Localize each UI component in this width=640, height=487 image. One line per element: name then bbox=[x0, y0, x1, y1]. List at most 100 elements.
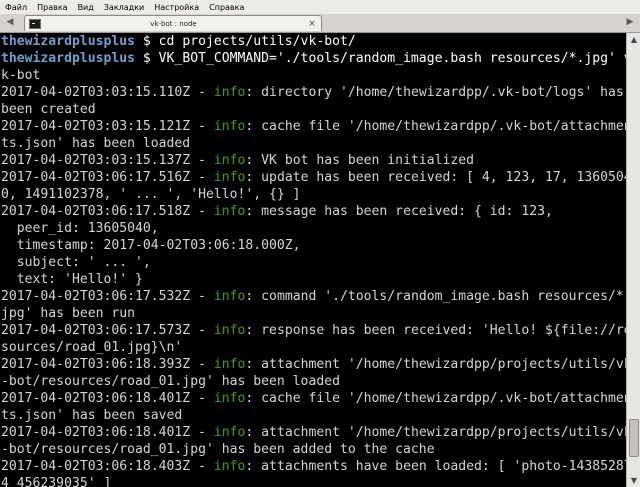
terminal-icon bbox=[29, 18, 41, 29]
terminal-text: $ VK_BOT_COMMAND='./tools/random_image.b… bbox=[135, 51, 626, 66]
terminal-line: 2017-04-02T03:06:17.516Z - info: update … bbox=[0, 169, 626, 186]
terminal-text: ts.json' has been loaded bbox=[1, 136, 191, 151]
terminal-text: 2017-04-02T03:03:15.110Z - bbox=[1, 85, 214, 100]
terminal-line: sources/road_01.jpg}\n' bbox=[0, 339, 626, 356]
terminal-text: : response has been received: 'Hello! ${… bbox=[245, 323, 626, 338]
terminal-text: 2017-04-02T03:06:18.401Z - bbox=[1, 391, 214, 406]
scrollbar-track[interactable] bbox=[629, 47, 639, 473]
terminal-text: -bot/resources/road_01.jpg' has been loa… bbox=[1, 374, 340, 389]
terminal-line: -bot/resources/road_01.jpg' has been loa… bbox=[0, 373, 626, 390]
log-level: info bbox=[213, 459, 246, 474]
terminal-text: jpg' has been run bbox=[1, 306, 136, 321]
terminal-line: 0, 1491102378, ' ... ', 'Hello!', {} ] bbox=[0, 186, 626, 203]
terminal-text: 2017-04-02T03:06:18.401Z - bbox=[1, 425, 214, 440]
menu-item[interactable]: Правка bbox=[32, 3, 72, 12]
terminal-line: 2017-04-02T03:06:17.532Z - info: command… bbox=[0, 288, 626, 305]
prompt-user: thewizardplusplus bbox=[1, 34, 136, 49]
menu-bar: Файл Правка Вид Закладки Настройка Справка bbox=[0, 0, 640, 14]
terminal-text: : attachment '/home/thewizardpp/projects… bbox=[245, 357, 626, 372]
log-level: info bbox=[213, 170, 246, 185]
terminal-text: k-bot bbox=[1, 68, 41, 83]
terminal-line: thewizardplusplus $ cd projects/utils/vk… bbox=[0, 33, 626, 50]
terminal-text: : attachment '/home/thewizardpp/projects… bbox=[245, 425, 626, 440]
terminal-text: 2017-04-02T03:06:18.393Z - bbox=[1, 357, 214, 372]
close-tab-icon[interactable]: × bbox=[306, 19, 318, 29]
arrow-right-icon: ▶ bbox=[626, 17, 634, 27]
scroll-tabs-right-button[interactable]: ▶ bbox=[622, 15, 638, 30]
terminal-text: 2017-04-02T03:06:17.532Z - bbox=[1, 289, 214, 304]
terminal-text: subject: ' ... ', bbox=[1, 255, 151, 270]
terminal-line: peer_id: 13605040, bbox=[0, 220, 626, 237]
terminal-text: been created bbox=[1, 102, 96, 117]
menu-item[interactable]: Настройка bbox=[149, 3, 204, 12]
menu-item[interactable]: Вид bbox=[73, 3, 99, 12]
scroll-down-button[interactable]: ▼ bbox=[627, 474, 640, 487]
menu-item[interactable]: Справка bbox=[204, 3, 249, 12]
terminal-text: timestamp: 2017-04-02T03:06:18.000Z, bbox=[1, 238, 301, 253]
tab-bar: ◀ vk-bot : node × ▶ bbox=[0, 14, 640, 33]
terminal-text: -bot/resources/road_01.jpg' has been add… bbox=[1, 442, 435, 457]
terminal-line: ts.json' has been loaded bbox=[0, 135, 626, 152]
terminal-text: ts.json' has been saved bbox=[1, 408, 183, 423]
terminal-line: timestamp: 2017-04-02T03:06:18.000Z, bbox=[0, 237, 626, 254]
log-level: info bbox=[213, 357, 246, 372]
terminal-text: 2017-04-02T03:06:17.516Z - bbox=[1, 170, 214, 185]
terminal-text: : message has been received: { id: 123, bbox=[245, 204, 553, 219]
terminal-line: been created bbox=[0, 101, 626, 118]
tab-vk-bot[interactable]: vk-bot : node × bbox=[24, 15, 322, 31]
terminal-text: 2017-04-02T03:06:17.573Z - bbox=[1, 323, 214, 338]
terminal-line: k-bot bbox=[0, 67, 626, 84]
terminal-scrollbar[interactable]: ▲ ▼ bbox=[626, 33, 640, 487]
tab-title: vk-bot : node bbox=[150, 19, 197, 28]
terminal-line: subject: ' ... ', bbox=[0, 254, 626, 271]
log-level: info bbox=[213, 119, 246, 134]
terminal-line: ts.json' has been saved bbox=[0, 407, 626, 424]
terminal-text: : update has been received: [ 4, 123, 17… bbox=[245, 170, 626, 185]
terminal-text: : command './tools/random_image.bash res… bbox=[245, 289, 626, 304]
terminal-text: peer_id: 13605040, bbox=[1, 221, 159, 236]
terminal-text: text: 'Hello!' } bbox=[1, 272, 143, 287]
terminal-line: jpg' has been run bbox=[0, 305, 626, 322]
terminal-line: 2017-04-02T03:03:15.137Z - info: VK bot … bbox=[0, 152, 626, 169]
log-level: info bbox=[213, 85, 246, 100]
terminal-line: 2017-04-02T03:06:17.518Z - info: message… bbox=[0, 203, 626, 220]
terminal-line: thewizardplusplus $ VK_BOT_COMMAND='./to… bbox=[0, 50, 626, 67]
arrow-down-icon: ▼ bbox=[630, 476, 638, 485]
terminal-text: 2017-04-02T03:03:15.137Z - bbox=[1, 153, 214, 168]
terminal-text: : attachments have been loaded: [ 'photo… bbox=[245, 459, 626, 474]
arrow-up-icon: ▲ bbox=[630, 35, 638, 44]
terminal-text: 2017-04-02T03:06:18.403Z - bbox=[1, 459, 214, 474]
arrow-left-icon: ◀ bbox=[6, 17, 14, 27]
log-level: info bbox=[213, 153, 246, 168]
terminal-line: 2017-04-02T03:06:18.401Z - info: cache f… bbox=[0, 390, 626, 407]
terminal-line: 2017-04-02T03:03:15.110Z - info: directo… bbox=[0, 84, 626, 101]
scroll-up-button[interactable]: ▲ bbox=[627, 33, 640, 46]
terminal-line: 2017-04-02T03:06:18.403Z - info: attachm… bbox=[0, 458, 626, 475]
log-level: info bbox=[213, 204, 246, 219]
terminal-text: : cache file '/home/thewizardpp/.vk-bot/… bbox=[245, 391, 626, 406]
terminal-text: 2017-04-02T03:03:15.121Z - bbox=[1, 119, 214, 134]
terminal-text: : directory '/home/thewizardpp/.vk-bot/l… bbox=[245, 85, 624, 100]
terminal-line: 2017-04-02T03:06:18.393Z - info: attachm… bbox=[0, 356, 626, 373]
scroll-tabs-left-button[interactable]: ◀ bbox=[2, 15, 18, 30]
log-level: info bbox=[213, 289, 246, 304]
menu-item[interactable]: Закладки bbox=[99, 3, 149, 12]
terminal-text: sources/road_01.jpg}\n' bbox=[1, 340, 183, 355]
terminal-text: $ cd projects/utils/vk-bot/ bbox=[135, 34, 356, 49]
terminal-line: 4_456239035' ] bbox=[0, 475, 626, 487]
terminal-line: text: 'Hello!' } bbox=[0, 271, 626, 288]
log-level: info bbox=[213, 323, 246, 338]
terminal-text: : cache file '/home/thewizardpp/.vk-bot/… bbox=[245, 119, 626, 134]
terminal-text: : VK bot has been initialized bbox=[245, 153, 475, 168]
terminal-line: 2017-04-02T03:03:15.121Z - info: cache f… bbox=[0, 118, 626, 135]
terminal-text: 0, 1491102378, ' ... ', 'Hello!', {} ] bbox=[1, 187, 301, 202]
terminal-output[interactable]: thewizardplusplus $ cd projects/utils/vk… bbox=[0, 33, 626, 487]
terminal-line: 2017-04-02T03:06:17.573Z - info: respons… bbox=[0, 322, 626, 339]
terminal-text: 2017-04-02T03:06:17.518Z - bbox=[1, 204, 214, 219]
log-level: info bbox=[213, 425, 246, 440]
terminal-line: 2017-04-02T03:06:18.401Z - info: attachm… bbox=[0, 424, 626, 441]
log-level: info bbox=[213, 391, 246, 406]
menu-item[interactable]: Файл bbox=[0, 3, 32, 12]
scrollbar-thumb[interactable] bbox=[629, 419, 639, 457]
terminal-text: 4_456239035' ] bbox=[1, 476, 112, 487]
